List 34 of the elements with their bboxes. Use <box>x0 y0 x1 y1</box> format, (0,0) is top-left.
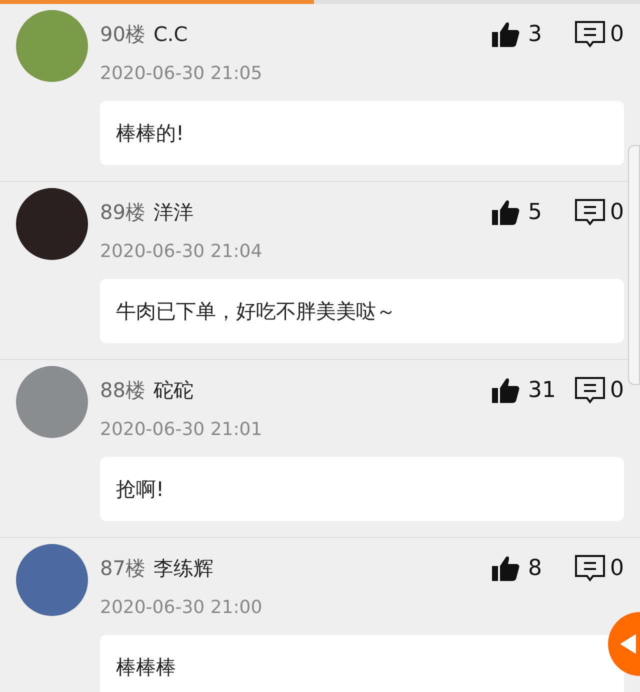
comment-icon[interactable] <box>574 554 606 582</box>
comment-icon[interactable] <box>574 20 606 48</box>
username[interactable]: 砣砣 <box>153 375 194 405</box>
reply-count: 0 <box>610 20 624 48</box>
comment-bubble: 抢啊! <box>100 457 624 521</box>
thumbs-up-icon[interactable] <box>492 199 520 225</box>
comment-time: 2020-06-30 21:05 <box>100 62 264 86</box>
like-count: 8 <box>528 554 543 582</box>
reply-count: 0 <box>610 198 624 226</box>
comment-time: 2020-06-30 21:00 <box>100 596 264 620</box>
reply-count: 0 <box>610 376 624 404</box>
floor-number: 90楼 <box>100 21 146 48</box>
username[interactable]: 洋洋 <box>153 197 194 227</box>
username[interactable]: 李练辉 <box>153 553 214 583</box>
comment-bubble: 棒棒的! <box>100 101 624 165</box>
comment-bubble: 牛肉已下单，好吃不胖美美哒～ <box>100 279 624 343</box>
like-count: 3 <box>528 20 543 48</box>
thumbs-up-icon[interactable] <box>492 21 520 47</box>
comment-time: 2020-06-30 21:01 <box>100 418 264 442</box>
thumbs-up-icon[interactable] <box>492 555 520 581</box>
scrollbar[interactable] <box>628 145 640 385</box>
floor-number: 89楼 <box>100 199 146 226</box>
comment-time: 2020-06-30 21:04 <box>100 240 264 264</box>
reply-count: 0 <box>610 554 624 582</box>
comment-icon[interactable] <box>574 376 606 404</box>
like-count: 31 <box>528 376 557 404</box>
thumbs-up-icon[interactable] <box>492 377 520 403</box>
comment-bubble: 棒棒棒 <box>100 635 624 692</box>
comment-icon[interactable] <box>574 198 606 226</box>
like-count: 5 <box>528 198 543 226</box>
floor-number: 88楼 <box>100 377 146 404</box>
username[interactable]: C.C <box>153 19 188 49</box>
left-arrow-icon <box>620 634 636 654</box>
floor-number: 87楼 <box>100 555 146 582</box>
